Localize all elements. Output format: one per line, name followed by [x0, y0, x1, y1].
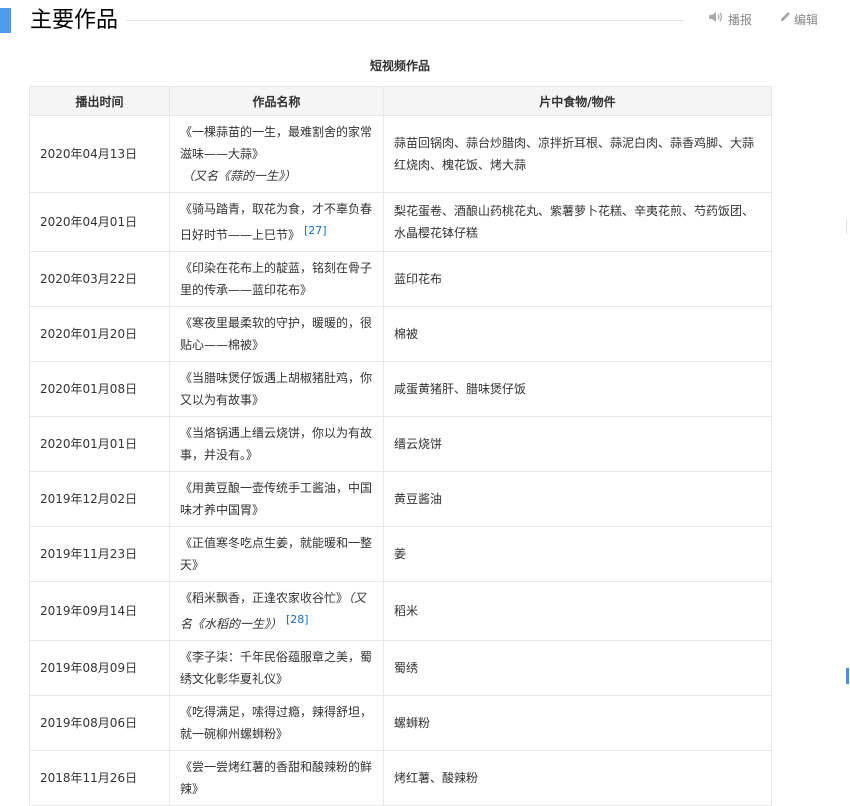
work-title: 《正值寒冬吃点生姜，就能暖和一整天》: [180, 536, 373, 572]
cell-items: 蓝印花布: [383, 251, 772, 307]
cell-items: 咸蛋黄猪肝、腊味煲仔饭: [383, 361, 772, 417]
cell-date: 2019年08月06日: [29, 695, 170, 751]
cell-date: 2020年03月22日: [29, 251, 170, 307]
cell-date: 2018年11月26日: [29, 750, 170, 806]
table-row: 2019年08月09日 《李子柒：千年民俗蕴服章之美，蜀绣文化彰华夏礼仪》 蜀绣: [29, 640, 772, 696]
citation-link[interactable]: [28]: [286, 613, 309, 626]
cell-title: 《尝一尝烤红薯的香甜和酸辣粉的鲜辣》: [169, 750, 384, 806]
pencil-icon: [779, 11, 791, 28]
work-title: 《用黄豆酿一壶传统手工酱油，中国味才养中国胃》: [180, 481, 373, 517]
work-title: 《李子柒：千年民俗蕴服章之美，蜀绣文化彰华夏礼仪》: [180, 650, 373, 686]
table-caption: 短视频作品: [369, 59, 430, 73]
work-title: 《当腊味煲仔饭遇上胡椒猪肚鸡，你又以为有故事》: [180, 371, 373, 407]
cell-date: 2019年09月14日: [29, 581, 170, 641]
cell-date: 2020年01月08日: [29, 361, 170, 417]
report-button[interactable]: 播报: [708, 11, 752, 28]
cell-title: 《骑马踏青，取花为食，才不辜负春日好时节——上巳节》 [27]: [169, 192, 384, 252]
table-header-row: 播出时间 作品名称 片中食物/物件: [29, 86, 772, 116]
work-alias: （又名《蒜的一生》）: [182, 169, 297, 183]
cell-title: 《寒夜里最柔软的守护，暖暖的，很贴心——棉被》: [169, 306, 384, 362]
table-row: 2020年01月08日 《当腊味煲仔饭遇上胡椒猪肚鸡，你又以为有故事》 咸蛋黄猪肝、…: [29, 361, 772, 417]
cell-date: 2020年04月01日: [29, 192, 170, 252]
cell-items: 棉被: [383, 306, 772, 362]
scrollbar-thumb[interactable]: [846, 668, 849, 684]
column-header-title: 作品名称: [169, 86, 384, 116]
cell-items: 蜀绣: [383, 640, 772, 696]
cell-title: 《正值寒冬吃点生姜，就能暖和一整天》: [169, 526, 384, 582]
report-label: 播报: [728, 12, 753, 27]
work-title: 《尝一尝烤红薯的香甜和酸辣粉的鲜辣》: [180, 760, 373, 796]
cell-title: 《一棵蒜苗的一生，最难割舍的家常滋味——大蒜》 （又名《蒜的一生》）: [169, 115, 384, 193]
cell-title: 《当腊味煲仔饭遇上胡椒猪肚鸡，你又以为有故事》: [169, 361, 384, 417]
table-row: 2020年04月01日 《骑马踏青，取花为食，才不辜负春日好时节——上巳节》 [27…: [29, 192, 772, 252]
cell-items: 烤红薯、酸辣粉: [383, 750, 772, 806]
cell-items: 黄豆酱油: [383, 471, 772, 527]
table-row: 2019年09月14日 《稻米飘香，正逢农家收谷忙》（又名《水稻的一生》） [28]…: [29, 581, 772, 641]
work-title: 《寒夜里最柔软的守护，暖暖的，很贴心——棉被》: [180, 316, 373, 352]
cell-items: 螺蛳粉: [383, 695, 772, 751]
table-row: 2019年11月23日 《正值寒冬吃点生姜，就能暖和一整天》姜: [29, 526, 772, 582]
cell-date: 2019年11月23日: [29, 526, 170, 582]
cell-title: 《稻米飘香，正逢农家收谷忙》（又名《水稻的一生》） [28]: [169, 581, 384, 641]
table-row: 2019年08月06日 《吃得满足，嗦得过瘾，辣得舒坦，就一碗柳州螺蛳粉》 螺蛳粉: [29, 695, 772, 751]
work-title: 《吃得满足，嗦得过瘾，辣得舒坦，就一碗柳州螺蛳粉》: [180, 705, 373, 741]
cell-date: 2020年01月20日: [29, 306, 170, 362]
cell-date: 2019年08月09日: [29, 640, 170, 696]
cell-date: 2020年04月13日: [29, 115, 170, 193]
table-row: 2019年12月02日 《用黄豆酿一壶传统手工酱油，中国味才养中国胃》 黄豆酱油: [29, 471, 772, 527]
work-title: 《当烙锅遇上缙云烧饼，你以为有故事，并没有。》: [180, 426, 373, 462]
work-title: 《一棵蒜苗的一生，最难割舍的家常滋味——大蒜》: [180, 125, 373, 161]
column-header-date: 播出时间: [29, 86, 170, 116]
cell-title: 《李子柒：千年民俗蕴服章之美，蜀绣文化彰华夏礼仪》: [169, 640, 384, 696]
cell-date: 2020年01月01日: [29, 416, 170, 472]
cell-items: 蒜苗回锅肉、蒜台炒腊肉、凉拌折耳根、蒜泥白肉、蒜香鸡脚、大蒜红烧肉、槐花饭、烤大…: [383, 115, 772, 193]
work-title: 《印染在花布上的靛蓝，铭刻在骨子里的传承——蓝印花布》: [180, 261, 373, 297]
cell-items: 梨花蛋卷、酒酿山药桃花丸、紫薯萝卜花糕、辛夷花煎、芍药饭团、水晶樱花钵仔糕: [383, 192, 772, 252]
cell-items: 姜: [383, 526, 772, 582]
cell-title: 《用黄豆酿一壶传统手工酱油，中国味才养中国胃》: [169, 471, 384, 527]
work-title: 《骑马踏青，取花为食，才不辜负春日好时节——上巳节》: [180, 202, 373, 242]
table-row: 2020年03月22日 《印染在花布上的靛蓝，铭刻在骨子里的传承——蓝印花布》 蓝印…: [29, 251, 772, 307]
title-divider: [126, 20, 684, 21]
cell-title: 《吃得满足，嗦得过瘾，辣得舒坦，就一碗柳州螺蛳粉》: [169, 695, 384, 751]
works-table: 播出时间 作品名称 片中食物/物件 2020年04月13日 《一棵蒜苗的一生，最难…: [29, 86, 772, 806]
cell-items: 缙云烧饼: [383, 416, 772, 472]
section-accent-bar: [0, 8, 11, 33]
table-body: 2020年04月13日 《一棵蒜苗的一生，最难割舍的家常滋味——大蒜》 （又名《蒜的…: [29, 115, 772, 806]
table-row: 2020年01月20日 《寒夜里最柔软的守护，暖暖的，很贴心——棉被》 棉被: [29, 306, 772, 362]
table-row: 2018年11月26日 《尝一尝烤红薯的香甜和酸辣粉的鲜辣》 烤红薯、酸辣粉: [29, 750, 772, 806]
cell-title: 《当烙锅遇上缙云烧饼，你以为有故事，并没有。》: [169, 416, 384, 472]
citation-link[interactable]: [27]: [304, 224, 327, 237]
edit-button[interactable]: 编辑: [779, 11, 818, 28]
column-header-items: 片中食物/物件: [383, 86, 772, 116]
section-title: 主要作品: [30, 8, 119, 33]
cell-title: 《印染在花布上的靛蓝，铭刻在骨子里的传承——蓝印花布》: [169, 251, 384, 307]
scrollbar-track-mark: [846, 220, 847, 234]
edit-label: 编辑: [794, 12, 819, 27]
speaker-icon: [708, 11, 722, 28]
work-title: 《稻米飘香，正逢农家收谷忙》: [180, 591, 349, 605]
cell-items: 稻米: [383, 581, 772, 641]
table-row: 2020年04月13日 《一棵蒜苗的一生，最难割舍的家常滋味——大蒜》 （又名《蒜的…: [29, 115, 772, 193]
table-row: 2020年01月01日 《当烙锅遇上缙云烧饼，你以为有故事，并没有。》 缙云烧饼: [29, 416, 772, 472]
cell-date: 2019年12月02日: [29, 471, 170, 527]
